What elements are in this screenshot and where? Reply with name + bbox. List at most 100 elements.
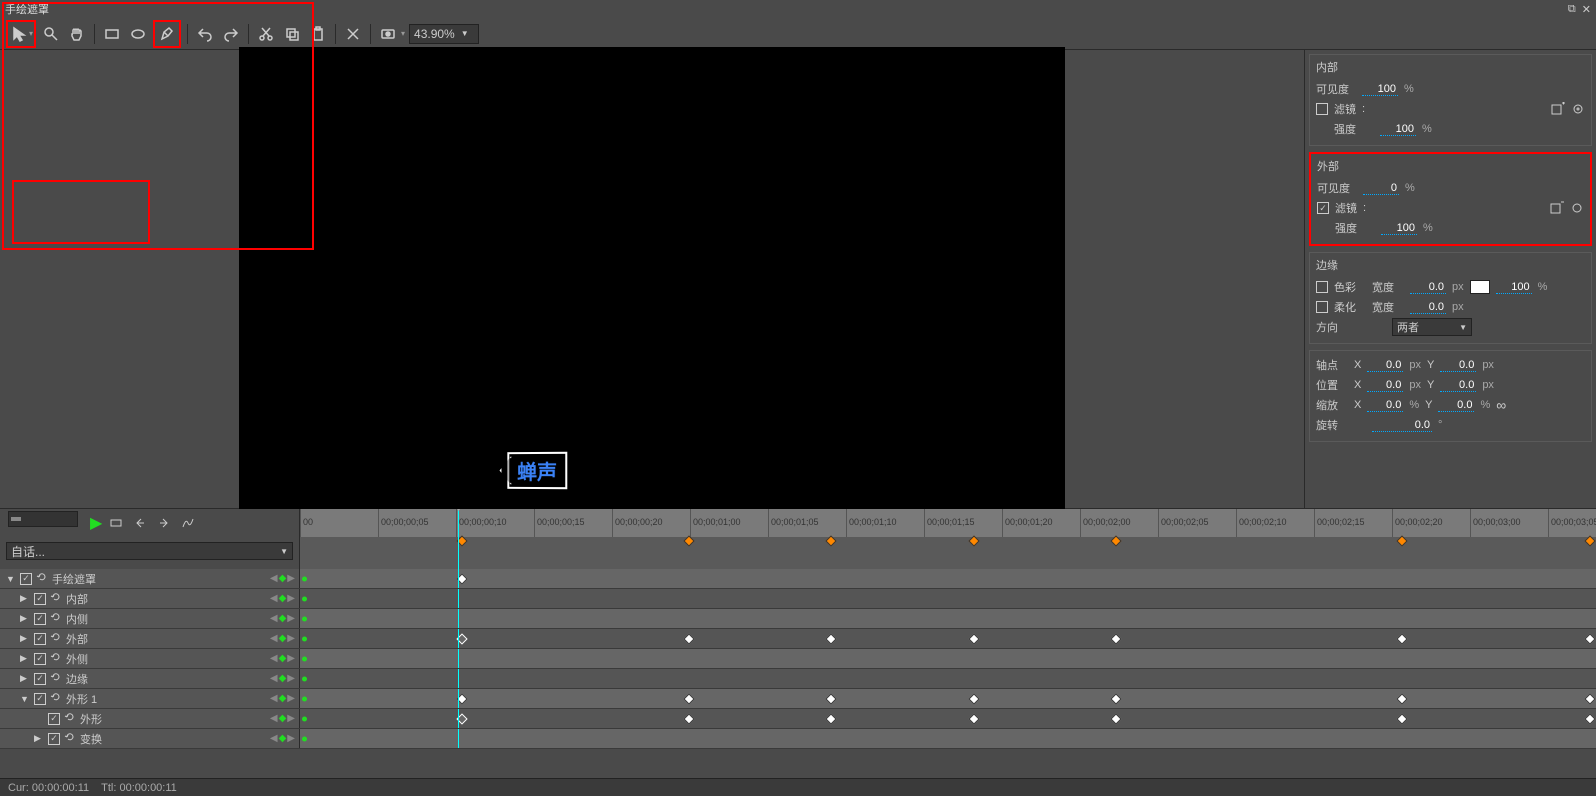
track-enable-checkbox[interactable]: ✓ xyxy=(34,633,46,645)
keyframe[interactable] xyxy=(683,633,694,644)
track-enable-checkbox[interactable]: ✓ xyxy=(48,733,60,745)
track-lane[interactable] xyxy=(300,569,1596,588)
keyframe[interactable] xyxy=(1584,693,1595,704)
add-kf[interactable]: ◆ xyxy=(279,673,287,684)
keyframe[interactable] xyxy=(683,693,694,704)
next-kf[interactable]: ▶ xyxy=(287,693,295,704)
reset-icon[interactable] xyxy=(50,651,62,666)
track-lane[interactable] xyxy=(300,589,1596,608)
playhead[interactable] xyxy=(458,509,459,569)
track-head[interactable]: ✓外形◀◆▶ xyxy=(0,709,300,728)
edge-color-checkbox[interactable] xyxy=(1316,281,1328,293)
track-lane[interactable] xyxy=(300,689,1596,708)
ellipse-tool[interactable] xyxy=(127,23,149,45)
keyframe[interactable] xyxy=(1396,693,1407,704)
prev-kf[interactable]: ◀ xyxy=(270,633,278,644)
keyframe[interactable] xyxy=(968,633,979,644)
outer-intensity-input[interactable]: 100 xyxy=(1381,222,1417,235)
next-kf[interactable]: ▶ xyxy=(287,673,295,684)
add-kf[interactable]: ◆ xyxy=(279,613,287,624)
delete-icon[interactable] xyxy=(342,23,364,45)
pen-tool[interactable] xyxy=(156,23,178,45)
loop-icon[interactable] xyxy=(106,513,126,533)
expand-toggle[interactable]: ▶ xyxy=(20,673,30,684)
mini-timeline[interactable] xyxy=(8,511,78,527)
filter-settings-icon[interactable] xyxy=(1571,102,1585,116)
keyframe[interactable] xyxy=(968,693,979,704)
prev-kf[interactable]: ◀ xyxy=(270,613,278,624)
marker[interactable] xyxy=(1584,535,1595,546)
track-head[interactable]: ▶✓变换◀◆▶ xyxy=(0,729,300,748)
reset-icon[interactable] xyxy=(36,571,48,586)
redo-icon[interactable] xyxy=(220,23,242,45)
reset-icon[interactable] xyxy=(50,591,62,606)
cut-icon[interactable] xyxy=(255,23,277,45)
prev-kf[interactable]: ◀ xyxy=(270,733,278,744)
expand-toggle[interactable]: ▶ xyxy=(20,633,30,644)
add-kf[interactable]: ◆ xyxy=(279,693,287,704)
marker[interactable] xyxy=(1111,535,1122,546)
add-filter-icon[interactable] xyxy=(1551,102,1565,116)
pivot-x-input[interactable]: 0.0 xyxy=(1367,359,1403,372)
keyframe[interactable] xyxy=(1584,713,1595,724)
mask-shape-label[interactable]: 蝉声 xyxy=(507,452,567,489)
keyframe[interactable] xyxy=(826,633,837,644)
track-lane[interactable] xyxy=(300,629,1596,648)
prev-kf[interactable]: ◀ xyxy=(270,673,278,684)
pos-y-input[interactable]: 0.0 xyxy=(1440,379,1476,392)
reset-icon[interactable] xyxy=(64,731,76,746)
preview-canvas[interactable]: 蝉声 xyxy=(239,47,1065,511)
next-kf-icon[interactable] xyxy=(154,513,174,533)
timeline-mode-select[interactable]: 自话... ▼ xyxy=(6,542,293,560)
expand-toggle[interactable]: ▶ xyxy=(20,653,30,664)
pos-x-input[interactable]: 0.0 xyxy=(1367,379,1403,392)
track-head[interactable]: ▶✓外部◀◆▶ xyxy=(0,629,300,648)
outer-filter-checkbox[interactable]: ✓ xyxy=(1317,202,1329,214)
keyframe[interactable] xyxy=(968,713,979,724)
next-kf[interactable]: ▶ xyxy=(287,593,295,604)
track-lane[interactable] xyxy=(300,649,1596,668)
track-head[interactable]: ▶✓边缘◀◆▶ xyxy=(0,669,300,688)
filter-settings-icon[interactable] xyxy=(1570,201,1584,215)
marker[interactable] xyxy=(826,535,837,546)
keyframe[interactable] xyxy=(683,713,694,724)
keyframe[interactable] xyxy=(1111,633,1122,644)
track-enable-checkbox[interactable]: ✓ xyxy=(34,673,46,685)
paste-icon[interactable] xyxy=(307,23,329,45)
outer-visibility-input[interactable]: 0 xyxy=(1363,182,1399,195)
close-icon[interactable]: ✕ xyxy=(1582,3,1591,16)
add-kf[interactable]: ◆ xyxy=(279,733,287,744)
keyframe[interactable] xyxy=(1111,693,1122,704)
keyframe[interactable] xyxy=(1584,633,1595,644)
track-lane[interactable] xyxy=(300,609,1596,628)
keyframe[interactable] xyxy=(826,693,837,704)
track-head[interactable]: ▶✓内侧◀◆▶ xyxy=(0,609,300,628)
reset-icon[interactable] xyxy=(50,691,62,706)
expand-toggle[interactable]: ▼ xyxy=(6,574,16,584)
track-enable-checkbox[interactable]: ✓ xyxy=(34,593,46,605)
edge-soft-checkbox[interactable] xyxy=(1316,301,1328,313)
reset-icon[interactable] xyxy=(50,631,62,646)
expand-toggle[interactable]: ▶ xyxy=(34,733,44,744)
reset-icon[interactable] xyxy=(50,611,62,626)
keyframe[interactable] xyxy=(826,713,837,724)
track-enable-checkbox[interactable]: ✓ xyxy=(20,573,32,585)
add-filter-icon[interactable] xyxy=(1550,201,1564,215)
inner-filter-checkbox[interactable] xyxy=(1316,103,1328,115)
track-head[interactable]: ▶✓外侧◀◆▶ xyxy=(0,649,300,668)
track-lane[interactable] xyxy=(300,709,1596,728)
display-mode-dropdown[interactable]: ▾ xyxy=(401,29,405,38)
track-enable-checkbox[interactable]: ✓ xyxy=(34,693,46,705)
track-enable-checkbox[interactable]: ✓ xyxy=(34,613,46,625)
prev-kf[interactable]: ◀ xyxy=(270,653,278,664)
timeline-ruler[interactable]: 0000;00;00;0500;00;00;1000;00;00;1500;00… xyxy=(300,509,1596,569)
keyframe[interactable] xyxy=(1396,713,1407,724)
track-head[interactable]: ▶✓内部◀◆▶ xyxy=(0,589,300,608)
reset-icon[interactable] xyxy=(64,711,76,726)
edge-opacity-input[interactable]: 100 xyxy=(1496,281,1532,294)
expand-toggle[interactable]: ▶ xyxy=(20,593,30,604)
track-enable-checkbox[interactable]: ✓ xyxy=(48,713,60,725)
zoom-select[interactable]: 43.90% ▼ xyxy=(409,24,479,44)
track-head[interactable]: ▼✓手绘遮罩◀◆▶ xyxy=(0,569,300,588)
pivot-y-input[interactable]: 0.0 xyxy=(1440,359,1476,372)
